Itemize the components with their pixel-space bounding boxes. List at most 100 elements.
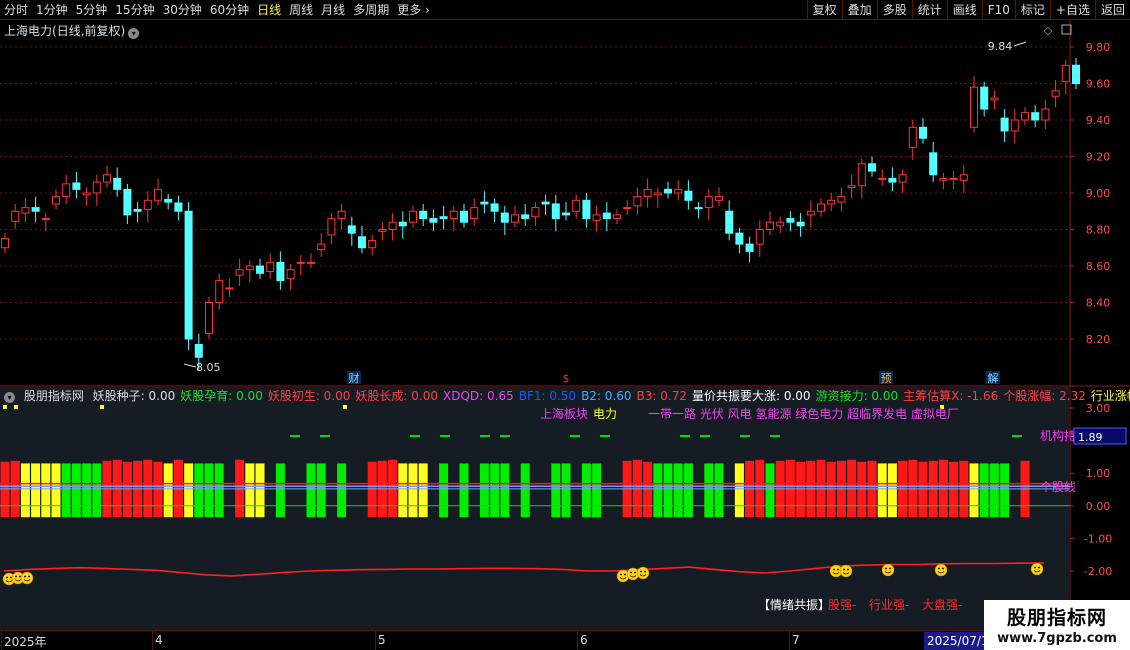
candle-body (551, 203, 560, 220)
candle-body (827, 199, 836, 205)
signal-bar (92, 463, 102, 518)
signal-bar (214, 463, 224, 518)
signal-bar (714, 463, 724, 518)
candle-body (378, 229, 387, 232)
toolbar-button-1[interactable]: 叠加 (841, 0, 877, 20)
signal-bar (275, 463, 285, 518)
low-price-label: 8.05 (196, 361, 221, 374)
signal-bar (479, 463, 489, 518)
indicator-tick-label: -1.00 (1084, 532, 1112, 545)
period-tab-6[interactable]: 日线 (253, 1, 285, 18)
candle-body (205, 302, 213, 335)
period-tab-1[interactable]: 1分钟 (32, 1, 72, 18)
signal-bar (439, 463, 449, 518)
signal-bar (31, 463, 41, 518)
toolbar-button-2[interactable]: 多股 (876, 0, 912, 20)
sector-value: 电力 (593, 407, 617, 421)
chevron-down-icon[interactable]: ▾ (128, 28, 140, 39)
date-label-0: 2025年 (4, 635, 47, 649)
smiley-eye (833, 568, 835, 571)
signal-bar (153, 461, 163, 518)
period-tab-2[interactable]: 5分钟 (72, 1, 112, 18)
signal-bar (20, 463, 30, 518)
candle-body (347, 225, 356, 234)
candle-body (358, 236, 366, 249)
yellow-dot (100, 405, 104, 409)
smiley-eye (640, 570, 642, 573)
price-tick-label: 9.60 (1086, 78, 1111, 91)
period-tab-9[interactable]: 多周期 (349, 1, 393, 18)
candle-body (939, 177, 948, 181)
signal-bar (337, 463, 347, 518)
indicator-value-0: 妖股种子: 0.00 (92, 389, 176, 403)
signal-bar (683, 463, 693, 518)
candle-body (388, 221, 397, 230)
period-tab-3[interactable]: 15分钟 (111, 1, 158, 18)
candle-body (174, 202, 183, 212)
date-axis: 2025年 4 5 6 7 (0, 630, 984, 650)
candle-body (409, 210, 417, 223)
signal-bar (918, 461, 928, 518)
signal-bar (306, 463, 316, 518)
toolbar-button-7[interactable]: +自选 (1049, 0, 1095, 20)
toolbar-button-3[interactable]: 统计 (911, 0, 947, 20)
indicator-name[interactable]: 股朋指标网 (24, 389, 84, 403)
candle-body (245, 265, 254, 271)
period-tab-7[interactable]: 周线 (285, 1, 317, 18)
candle-body (582, 199, 591, 220)
candle-body (154, 188, 162, 201)
smiley-eye (1034, 566, 1036, 569)
candle-body (959, 174, 968, 181)
period-tab-4[interactable]: 30分钟 (159, 1, 206, 18)
candle-body (990, 97, 999, 101)
indicator-values: 妖股种子: 0.00 妖股孕育: 0.00 妖股初生: 0.00 妖股长成: 0.00… (93, 389, 1130, 403)
candle-body (480, 201, 489, 205)
signal-bar (82, 463, 92, 518)
price-tick-label: 8.20 (1086, 333, 1111, 346)
signal-bar (734, 463, 744, 518)
signal-bar (500, 463, 510, 518)
indicator-tick-label: 0.00 (1086, 500, 1111, 513)
indicator-value-8: 量价共振要大涨: 0.00 (691, 389, 811, 403)
candle-body (725, 210, 734, 234)
toolbar-button-0[interactable]: 复权 (806, 0, 842, 20)
toolbar-button-6[interactable]: 标记 (1014, 0, 1050, 20)
period-tab-10[interactable]: 更多 › (393, 1, 434, 18)
signal-bar (551, 463, 561, 518)
candle-body (970, 86, 978, 128)
green-dash (290, 435, 300, 437)
candle-body (327, 218, 336, 236)
smiley-eye (847, 568, 849, 571)
smiley-eye (889, 567, 891, 570)
signal-bar (520, 463, 530, 518)
price-tick-label: 8.60 (1086, 260, 1111, 273)
candle-body (1051, 90, 1060, 97)
period-tab-0[interactable]: 分时 (0, 1, 32, 18)
candles (1, 57, 1080, 371)
indicator-collapse-icon[interactable]: ▾ (4, 392, 15, 403)
event-marker: 预 (881, 372, 892, 385)
candle-body (715, 196, 723, 201)
candle-body (745, 243, 754, 252)
candle-body (817, 203, 825, 212)
date-separator (789, 631, 790, 650)
toolbar-button-4[interactable]: 画线 (946, 0, 982, 20)
smiley-eye (624, 573, 626, 576)
signal-bar (184, 463, 194, 518)
smiley-icon (636, 566, 650, 580)
candle-body (613, 214, 621, 220)
signal-bar (122, 461, 132, 518)
toolbar-button-8[interactable]: 返回 (1094, 0, 1130, 20)
candle-body (439, 216, 448, 220)
indicator-value-4: XDQD: 0.65 (442, 389, 514, 403)
period-tab-5[interactable]: 60分钟 (206, 1, 253, 18)
candle-body (307, 261, 315, 264)
candle-body (11, 210, 20, 222)
indicator-value-12: 行业涨幅: (1090, 389, 1130, 403)
period-tab-8[interactable]: 月线 (317, 1, 349, 18)
candle-body (52, 196, 60, 205)
toolbar-button-5[interactable]: F10 (981, 0, 1015, 20)
indicator-value-10: 主筹估算X: -1.66 (903, 389, 999, 403)
candle-body (766, 221, 774, 230)
candle-body (490, 203, 499, 212)
